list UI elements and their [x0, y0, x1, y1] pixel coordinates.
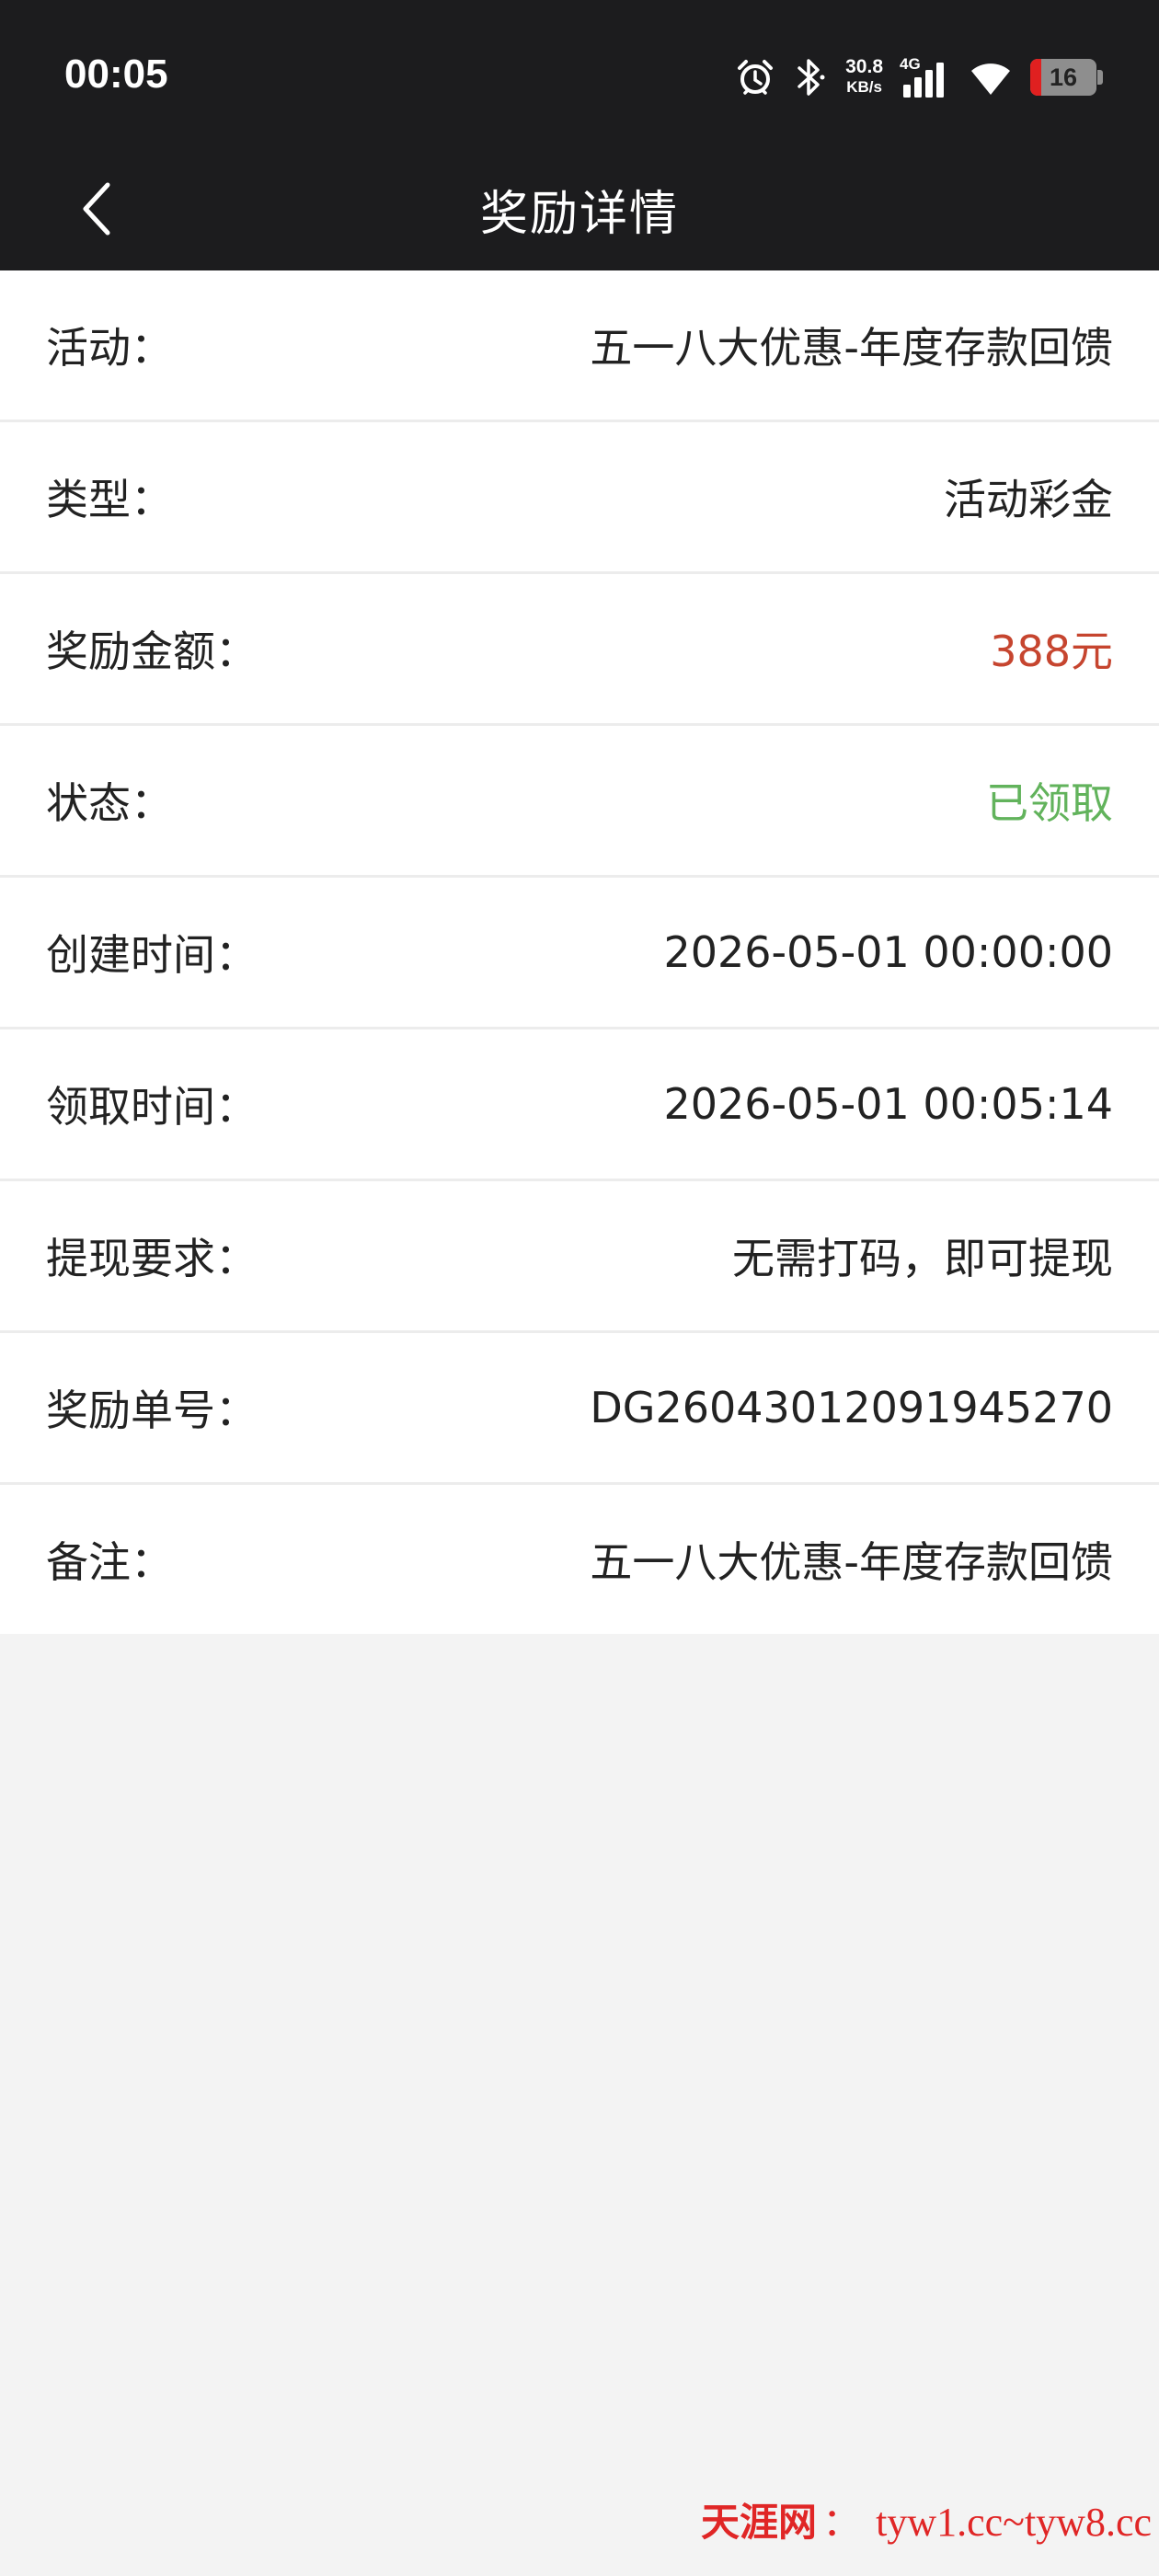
detail-row-claimed-time: 领取时间： 2026-05-01 00:05:14: [0, 1029, 1159, 1181]
status-icons: 30.8 KB/s 4G 16: [735, 52, 1103, 103]
status-value: 已领取: [986, 778, 1113, 828]
watermark-colon: ：: [822, 2500, 862, 2545]
detail-row-created-time: 创建时间： 2026-05-01 00:00:00: [0, 878, 1159, 1029]
detail-value: 2026-05-01 00:00:00: [663, 927, 1113, 977]
bluetooth-icon: [792, 57, 829, 98]
detail-value: 2026-05-01 00:05:14: [663, 1079, 1113, 1129]
status-time: 00:05: [64, 52, 168, 97]
net-speed-value: 30.8: [845, 56, 883, 77]
detail-value: 无需打码，即可提现: [732, 1234, 1113, 1283]
detail-row-withdraw-requirement: 提现要求： 无需打码，即可提现: [0, 1181, 1159, 1333]
detail-value: 活动彩金: [944, 475, 1113, 524]
detail-value: 五一八大优惠-年度存款回馈: [590, 323, 1113, 373]
reward-detail-list: 活动： 五一八大优惠-年度存款回馈 类型： 活动彩金 奖励金额： 388元 状态…: [0, 270, 1159, 1634]
detail-row-status: 状态： 已领取: [0, 726, 1159, 878]
detail-value: 五一八大优惠-年度存款回馈: [590, 1537, 1113, 1587]
page-title: 奖励详情: [479, 187, 679, 242]
detail-row-type: 类型： 活动彩金: [0, 422, 1159, 574]
watermark: 天涯网 ： tyw1.cc~tyw8.cc: [701, 2491, 1152, 2547]
detail-label: 奖励单号：: [46, 1386, 258, 1435]
detail-value: DG26043012091945270: [590, 1383, 1113, 1432]
wifi-icon: [968, 58, 1014, 97]
watermark-url: tyw1.cc~tyw8.cc: [876, 2500, 1152, 2545]
battery-level: 16: [1049, 63, 1078, 91]
battery-icon: 16: [1030, 59, 1103, 96]
detail-row-activity: 活动： 五一八大优惠-年度存款回馈: [0, 270, 1159, 422]
alarm-icon: [735, 57, 775, 98]
detail-label: 奖励金额：: [46, 627, 258, 676]
detail-row-amount: 奖励金额： 388元: [0, 574, 1159, 726]
detail-label: 类型：: [46, 475, 173, 524]
status-bar: 00:05 30.8 KB/s 4G 16: [0, 0, 1159, 147]
detail-label: 状态：: [46, 778, 173, 828]
detail-row-order-number: 奖励单号： DG26043012091945270: [0, 1333, 1159, 1485]
watermark-brand: 天涯网: [701, 2500, 818, 2545]
detail-label: 创建时间：: [46, 930, 258, 980]
detail-row-remark: 备注： 五一八大优惠-年度存款回馈: [0, 1485, 1159, 1634]
title-bar: 奖励详情: [0, 147, 1159, 270]
detail-label: 备注：: [46, 1537, 173, 1587]
cellular-signal-icon: 4G: [900, 55, 951, 99]
detail-label: 提现要求：: [46, 1234, 258, 1283]
reward-amount-value: 388元: [990, 627, 1113, 676]
net-speed-indicator: 30.8 KB/s: [845, 57, 883, 98]
net-speed-unit: KB/s: [846, 78, 882, 96]
detail-label: 活动：: [46, 323, 173, 373]
detail-label: 领取时间：: [46, 1082, 258, 1132]
